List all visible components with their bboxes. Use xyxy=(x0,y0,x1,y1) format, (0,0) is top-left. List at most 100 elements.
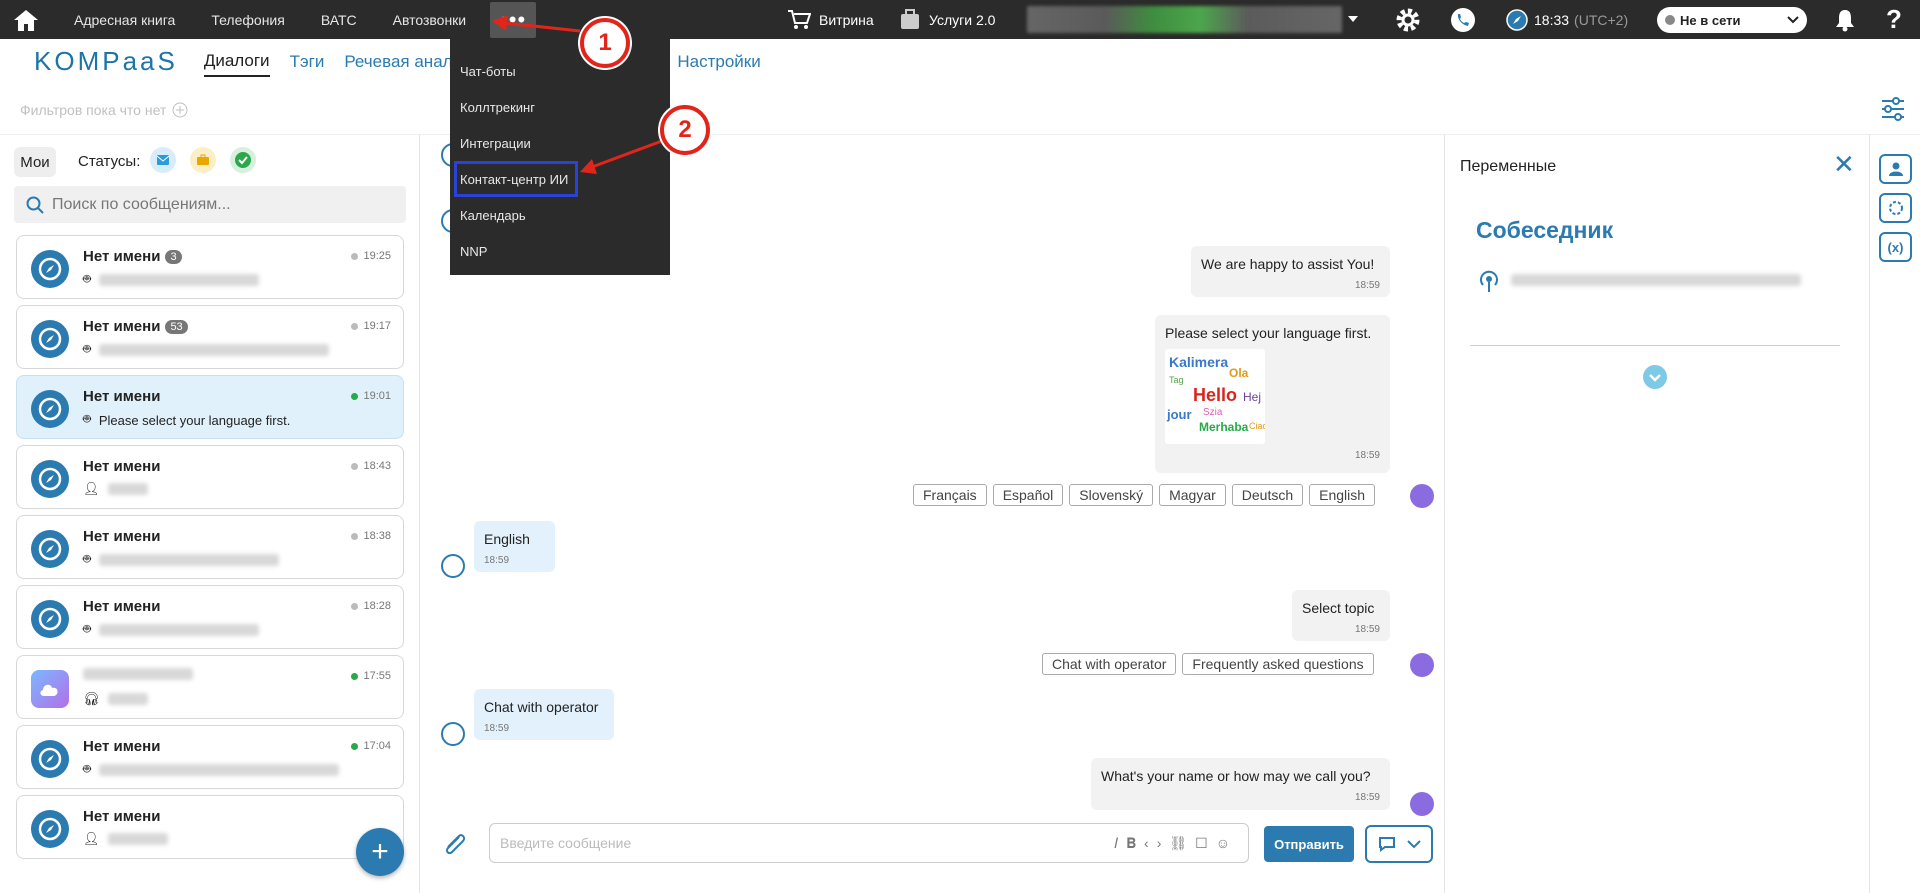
blurred-name xyxy=(83,668,193,680)
quick-reply-button[interactable]: Chat with operator xyxy=(1042,653,1177,675)
quick-reply-button[interactable]: Frequently asked questions xyxy=(1182,653,1374,675)
unread-badge: 53 xyxy=(165,319,188,334)
more-menu-button[interactable]: ••• xyxy=(490,1,537,38)
contact-card-icon[interactable] xyxy=(1879,154,1912,184)
divider xyxy=(1470,345,1840,346)
chat-item[interactable]: Нет имени 18:43 👤︎ xyxy=(16,445,404,509)
hello-wordcloud-image[interactable]: Kalimera Ola Tag Hello Hej jour Szia Mer… xyxy=(1165,349,1265,444)
chat-item[interactable]: 17:55 🎧︎ xyxy=(16,655,404,719)
menu-item-ai-contact-center[interactable]: Контакт-центр ИИ xyxy=(454,161,578,197)
chat-item[interactable]: Нет имени 18:38 🤖︎ xyxy=(16,515,404,579)
interlocutor-title: Собеседник xyxy=(1476,217,1614,243)
chevron-down-icon xyxy=(1787,16,1799,24)
svg-text:Merhaba: Merhaba xyxy=(1199,420,1249,434)
tab-dialogs[interactable]: Диалоги xyxy=(203,47,270,77)
phone-icon[interactable] xyxy=(1450,0,1476,39)
language-buttons: Français Español Slovenský Magyar Deutsc… xyxy=(913,484,1376,506)
chat-item[interactable]: Нет имени 18:28 🤖︎ xyxy=(16,585,404,649)
svg-text:Hej: Hej xyxy=(1243,390,1261,404)
chat-name: Нет имени xyxy=(83,248,161,265)
quick-reply-button[interactable]: Français xyxy=(913,484,987,506)
close-icon[interactable]: ✕ xyxy=(1833,149,1855,180)
showcase-link[interactable]: Витрина xyxy=(787,0,874,39)
add-filter-icon[interactable] xyxy=(172,102,188,118)
blurred-preview xyxy=(98,554,279,566)
nav-telephony[interactable]: Телефония xyxy=(193,0,302,39)
message-time: 18:59 xyxy=(1354,792,1380,803)
filter-settings-icon[interactable] xyxy=(1880,96,1906,122)
status-dot xyxy=(351,742,359,750)
briefcase-status-icon[interactable] xyxy=(190,147,216,173)
clock-timezone: (UTC+2) xyxy=(1574,11,1629,28)
chevron-down-icon[interactable] xyxy=(1348,16,1358,22)
nav-autocalls[interactable]: Автозвонки xyxy=(375,0,485,39)
check-status-icon[interactable] xyxy=(230,147,256,173)
topic-buttons: Chat with operator Frequently asked ques… xyxy=(1042,653,1374,675)
variables-panel: Переменные ✕ Собеседник xyxy=(1444,135,1869,893)
menu-item-chatbots[interactable]: Чат-боты xyxy=(450,53,670,89)
my-dialogs-button[interactable]: Мои xyxy=(14,147,56,177)
presence-status-select[interactable]: Не в сети xyxy=(1657,7,1807,33)
message-search[interactable]: Поиск по сообщениям... xyxy=(14,186,406,223)
menu-item-nnp[interactable]: NNP xyxy=(450,233,670,269)
help-icon[interactable]: ? xyxy=(1886,0,1902,39)
expand-chevron-icon[interactable] xyxy=(1643,365,1667,389)
variables-title: Переменные xyxy=(1460,158,1557,175)
tab-tags[interactable]: Тэги xyxy=(290,48,325,76)
chat-item[interactable]: Нет имени 👤︎ xyxy=(16,795,404,859)
bot-avatar-icon xyxy=(1410,484,1434,508)
bot-message: What's your name or how may we call you?… xyxy=(1091,758,1390,810)
message-time: 18:59 xyxy=(484,723,510,734)
tab-settings[interactable]: Настройки xyxy=(677,48,760,76)
quick-reply-button[interactable]: Slovenský xyxy=(1069,484,1154,506)
chat-item[interactable]: Нет имени 17:04 🤖︎ xyxy=(16,725,404,789)
callout-step-1: 1 xyxy=(580,18,630,68)
send-button[interactable]: Отправить xyxy=(1264,826,1354,862)
menu-item-calendar[interactable]: Календарь xyxy=(450,197,670,233)
services-label: Услуги 2.0 xyxy=(929,11,996,28)
more-dropdown-menu: Чат-боты Коллтрекинг Интеграции Контакт-… xyxy=(450,39,670,275)
quick-reply-button[interactable]: Deutsch xyxy=(1231,484,1304,506)
services-link[interactable]: Услуги 2.0 xyxy=(899,0,995,39)
bell-icon[interactable] xyxy=(1834,0,1856,39)
blurred-preview xyxy=(98,764,339,776)
menu-item-integrations[interactable]: Интеграции xyxy=(450,125,670,161)
nav-vats[interactable]: ВАТС xyxy=(303,0,375,39)
message-input[interactable]: Введите сообщение 𝐼𝐁‹›⛓☐☺ xyxy=(489,823,1249,863)
chat-item-active[interactable]: Нет имени 19:01 🤖︎ Please select your lan… xyxy=(16,375,404,439)
compass-avatar-icon xyxy=(31,390,69,428)
client-message: Chat with operator 18:59 xyxy=(474,689,614,740)
chat-time: 17:04 xyxy=(363,740,391,752)
paperclip-icon[interactable] xyxy=(439,829,469,859)
gear-icon[interactable] xyxy=(1395,0,1421,39)
nav-address-book[interactable]: Адресная книга xyxy=(56,0,193,39)
chat-time: 19:25 xyxy=(363,250,391,262)
mail-status-icon[interactable] xyxy=(150,147,176,173)
quick-reply-button[interactable]: Español xyxy=(992,484,1064,506)
chat-name: Нет имени xyxy=(83,388,161,405)
message-time: 18:59 xyxy=(484,555,510,566)
home-icon[interactable] xyxy=(0,0,52,39)
chat-item[interactable]: Нет имени 3 19:25 🤖︎ xyxy=(16,235,404,299)
chat-time: 18:38 xyxy=(363,530,391,542)
presence-status-label: Не в сети xyxy=(1680,12,1741,28)
quick-reply-button[interactable]: English xyxy=(1309,484,1376,506)
variables-icon[interactable]: (x) xyxy=(1879,232,1912,262)
compass-icon xyxy=(441,554,465,578)
client-message: English 18:59 xyxy=(474,521,555,572)
filters-bar: Фильтров пока что нет xyxy=(20,102,188,118)
formatting-toolbar[interactable]: 𝐼𝐁‹›⛓☐☺ xyxy=(1114,835,1238,852)
account-selector[interactable] xyxy=(1027,6,1342,33)
chat-item[interactable]: Нет имени 53 19:17 🤖︎ xyxy=(16,305,404,369)
channel-select-button[interactable] xyxy=(1365,825,1433,863)
svg-text:Hello: Hello xyxy=(1193,385,1237,405)
menu-item-calltracking[interactable]: Коллтрекинг xyxy=(450,89,670,125)
message-time: 18:59 xyxy=(1354,280,1380,291)
ai-assistant-icon[interactable] xyxy=(1879,193,1912,223)
status-dot xyxy=(351,532,359,540)
quick-reply-button[interactable]: Magyar xyxy=(1159,484,1226,506)
cloud-phone-app-icon xyxy=(31,670,69,708)
new-dialog-button[interactable]: + xyxy=(356,828,404,876)
compass-avatar-icon xyxy=(31,810,69,848)
search-input[interactable]: Поиск по сообщениям... xyxy=(52,196,231,214)
